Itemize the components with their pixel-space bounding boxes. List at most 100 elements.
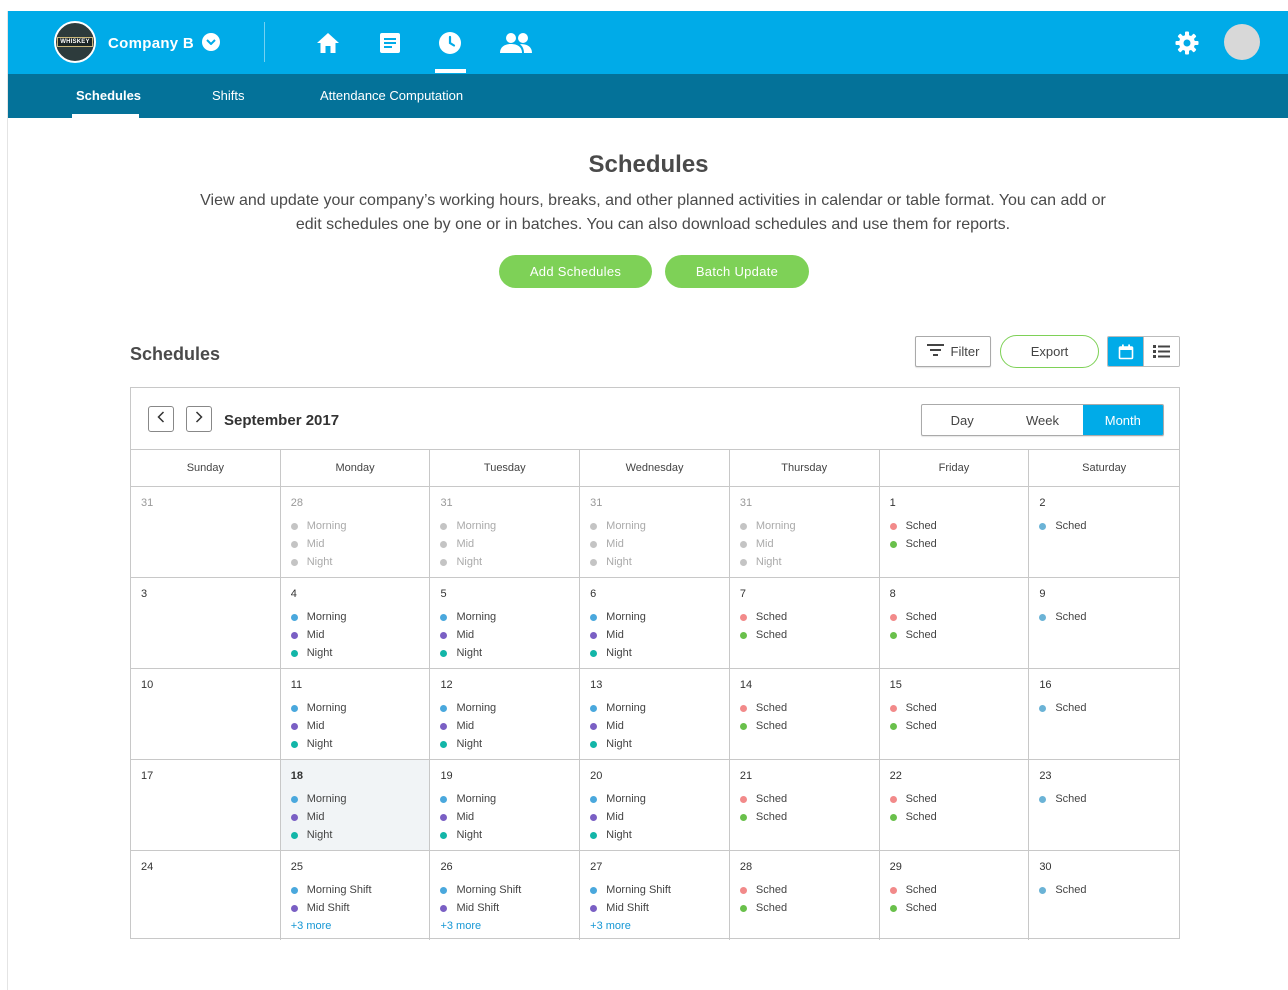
calendar-day[interactable]: 13 Morning Mid Night <box>580 669 730 759</box>
calendar-day[interactable]: 31 Morning Mid Night <box>430 487 581 577</box>
schedule-event[interactable]: Sched <box>1039 608 1179 626</box>
company-logo[interactable]: WHISKEY <box>54 21 96 63</box>
schedule-event[interactable]: Sched <box>739 881 879 899</box>
schedule-event[interactable]: Night <box>440 553 579 571</box>
add-schedules-button[interactable]: Add Schedules <box>499 255 652 288</box>
calendar-day[interactable]: 11 Morning Mid Night <box>281 669 431 759</box>
more-events-link[interactable]: +3 more <box>440 917 579 935</box>
schedule-event[interactable]: Mid <box>590 808 729 826</box>
more-events-link[interactable]: +3 more <box>291 917 430 935</box>
schedule-event[interactable]: Mid <box>440 535 579 553</box>
calendar-day[interactable]: 10 <box>131 669 281 759</box>
schedule-event[interactable]: Mid <box>590 717 729 735</box>
schedule-event[interactable]: Morning <box>590 608 729 626</box>
schedule-event[interactable]: Mid Shift <box>590 899 729 917</box>
schedule-event[interactable]: Night <box>590 553 729 571</box>
calendar-day[interactable]: 6 Morning Mid Night <box>580 578 730 668</box>
calendar-day[interactable]: 26 Morning Shift Mid Shift +3 more <box>430 851 581 940</box>
calendar-day[interactable]: 14 Sched Sched <box>730 669 880 759</box>
schedule-event[interactable]: Morning <box>440 517 579 535</box>
schedule-event[interactable]: Sched <box>889 699 1029 717</box>
schedule-event[interactable]: Morning <box>290 517 430 535</box>
next-month-button[interactable] <box>186 406 212 432</box>
calendar-day[interactable]: 29 Sched Sched <box>880 851 1030 940</box>
document-icon[interactable] <box>375 28 405 58</box>
tab-attendance-computation[interactable]: Attendance Computation <box>320 74 463 118</box>
schedule-event[interactable]: Morning <box>590 699 729 717</box>
schedule-event[interactable]: Night <box>290 553 430 571</box>
schedule-event[interactable]: Night <box>590 826 729 844</box>
schedule-event[interactable]: Morning <box>440 790 579 808</box>
calendar-day[interactable]: 25 Morning Shift Mid Shift +3 more <box>281 851 431 940</box>
schedule-event[interactable]: Mid <box>290 535 430 553</box>
calendar-day[interactable]: 16 Sched <box>1029 669 1179 759</box>
schedule-event[interactable]: Morning <box>739 517 879 535</box>
schedule-event[interactable]: Sched <box>889 535 1029 553</box>
calendar-day[interactable]: 24 <box>131 851 281 940</box>
schedule-event[interactable]: Mid <box>739 535 879 553</box>
calendar-day[interactable]: 4 Morning Mid Night <box>281 578 431 668</box>
calendar-day[interactable]: 3 <box>131 578 281 668</box>
view-week-button[interactable]: Week <box>1002 405 1082 435</box>
schedule-event[interactable]: Sched <box>739 717 879 735</box>
schedule-event[interactable]: Sched <box>1039 881 1179 899</box>
schedule-event[interactable]: Sched <box>739 608 879 626</box>
calendar-day[interactable]: 27 Morning Shift Mid Shift +3 more <box>580 851 730 940</box>
schedule-event[interactable]: Sched <box>1039 790 1179 808</box>
chevron-down-icon[interactable] <box>202 33 220 51</box>
tab-shifts[interactable]: Shifts <box>212 74 245 118</box>
schedule-event[interactable]: Night <box>440 644 579 662</box>
more-events-link[interactable]: +3 more <box>590 917 729 935</box>
calendar-day[interactable]: 21 Sched Sched <box>730 760 880 850</box>
schedule-event[interactable]: Night <box>290 644 430 662</box>
schedule-event[interactable]: Sched <box>739 899 879 917</box>
calendar-day[interactable]: 23 Sched <box>1029 760 1179 850</box>
schedule-event[interactable]: Morning <box>290 699 430 717</box>
schedule-event[interactable]: Mid Shift <box>290 899 430 917</box>
schedule-event[interactable]: Morning <box>590 517 729 535</box>
schedule-event[interactable]: Sched <box>739 699 879 717</box>
schedule-event[interactable]: Mid Shift <box>440 899 579 917</box>
schedule-event[interactable]: Morning Shift <box>440 881 579 899</box>
gear-icon[interactable] <box>1174 30 1200 56</box>
schedule-event[interactable]: Mid <box>290 626 430 644</box>
schedule-event[interactable]: Mid <box>440 717 579 735</box>
schedule-event[interactable]: Mid <box>590 535 729 553</box>
view-day-button[interactable]: Day <box>922 405 1002 435</box>
schedule-event[interactable]: Morning <box>440 699 579 717</box>
view-month-button[interactable]: Month <box>1082 405 1163 435</box>
calendar-day[interactable]: 1 Sched Sched <box>880 487 1030 577</box>
calendar-day[interactable]: 12 Morning Mid Night <box>430 669 581 759</box>
calendar-day[interactable]: 31 Morning Mid Night <box>730 487 880 577</box>
schedule-event[interactable]: Morning <box>290 790 430 808</box>
schedule-event[interactable]: Mid <box>290 717 430 735</box>
schedule-event[interactable]: Morning <box>590 790 729 808</box>
calendar-day[interactable]: 28 Morning Mid Night <box>281 487 431 577</box>
schedule-event[interactable]: Sched <box>739 626 879 644</box>
batch-update-button[interactable]: Batch Update <box>665 255 809 288</box>
calendar-day[interactable]: 20 Morning Mid Night <box>580 760 730 850</box>
schedule-event[interactable]: Night <box>290 826 430 844</box>
schedule-event[interactable]: Night <box>440 735 579 753</box>
schedule-event[interactable]: Mid <box>590 626 729 644</box>
schedule-event[interactable]: Morning Shift <box>590 881 729 899</box>
schedule-event[interactable]: Night <box>290 735 430 753</box>
export-button[interactable]: Export <box>1000 335 1099 368</box>
schedule-event[interactable]: Night <box>590 644 729 662</box>
calendar-day[interactable]: 31 <box>131 487 281 577</box>
calendar-day[interactable]: 28 Sched Sched <box>730 851 880 940</box>
calendar-view-icon[interactable] <box>1108 337 1143 366</box>
schedule-event[interactable]: Night <box>739 553 879 571</box>
schedule-event[interactable]: Sched <box>1039 699 1179 717</box>
calendar-day[interactable]: 19 Morning Mid Night <box>430 760 581 850</box>
schedule-event[interactable]: Sched <box>889 899 1029 917</box>
schedule-event[interactable]: Sched <box>889 881 1029 899</box>
schedule-event[interactable]: Night <box>440 826 579 844</box>
schedule-event[interactable]: Sched <box>889 790 1029 808</box>
calendar-day[interactable]: 5 Morning Mid Night <box>430 578 581 668</box>
calendar-day[interactable]: 30 Sched <box>1029 851 1179 940</box>
schedule-event[interactable]: Mid <box>440 626 579 644</box>
schedule-event[interactable]: Sched <box>739 790 879 808</box>
schedule-event[interactable]: Sched <box>739 808 879 826</box>
tab-schedules[interactable]: Schedules <box>76 74 141 118</box>
